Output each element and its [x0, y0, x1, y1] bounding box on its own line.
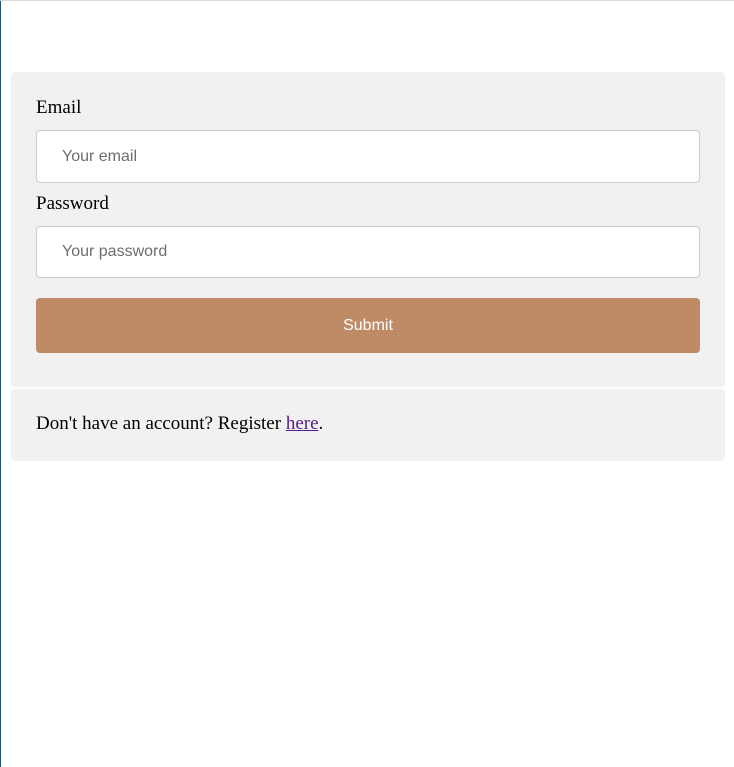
register-link[interactable]: here: [286, 413, 319, 434]
email-label: Email: [36, 97, 82, 118]
window-left-border: [0, 0, 1, 767]
register-suffix: .: [318, 413, 324, 434]
register-panel: Don't have an account? Register here.: [11, 389, 725, 461]
email-input[interactable]: [36, 130, 700, 183]
window-top-border: [0, 0, 734, 1]
password-label: Password: [36, 193, 109, 214]
register-prompt: Don't have an account? Register: [36, 413, 286, 434]
password-input[interactable]: [36, 226, 700, 278]
submit-button[interactable]: Submit: [36, 298, 700, 353]
login-form: Email Password Submit: [11, 72, 725, 387]
